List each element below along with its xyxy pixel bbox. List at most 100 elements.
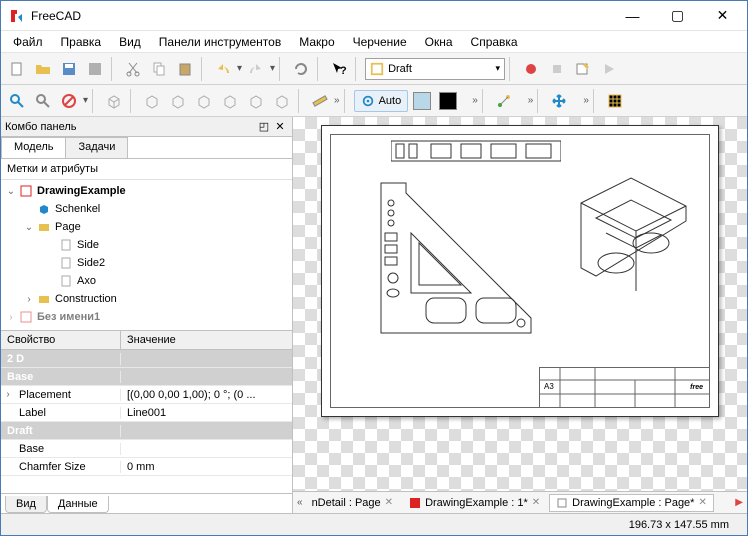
tree-view[interactable]: ⌄ DrawingExample Schenkel ⌄ Page Side Side… <box>1 180 292 330</box>
view-bottom-button[interactable] <box>244 89 268 113</box>
expander-icon[interactable]: ⌄ <box>5 186 17 197</box>
color-line-button[interactable] <box>436 89 460 113</box>
color-face-button[interactable] <box>410 89 434 113</box>
view-top-button[interactable] <box>166 89 190 113</box>
tree-item[interactable]: Axo <box>75 275 96 287</box>
menu-file[interactable]: Файл <box>5 33 51 51</box>
panel-close-button[interactable]: ✕ <box>272 120 288 133</box>
tabs-scroll-left-icon[interactable]: « <box>297 497 303 508</box>
minimize-button[interactable]: — <box>610 1 655 30</box>
menu-drafting[interactable]: Черчение <box>345 33 415 51</box>
status-coords: 196.73 x 147.55 mm <box>629 519 729 531</box>
tree-item[interactable]: Side <box>75 239 99 251</box>
tab-close-icon[interactable]: ✕ <box>385 497 393 508</box>
panel-tabs: Модель Задачи <box>1 137 292 159</box>
tab-data[interactable]: Данные <box>47 496 109 513</box>
auto-button[interactable]: Auto <box>354 90 409 112</box>
property-grid[interactable]: 2 D Base ›Placement[(0,00 0,00 1,00); 0 … <box>1 350 292 493</box>
measure-button[interactable] <box>308 89 332 113</box>
macro-run-button[interactable] <box>597 57 621 81</box>
whatsthis-button[interactable]: ? <box>327 57 351 81</box>
menu-toolbars[interactable]: Панели инструментов <box>151 33 289 51</box>
tabs-scroll-right-icon[interactable]: ▶ <box>735 497 743 508</box>
doc-tab-active[interactable]: DrawingExample : Page*✕ <box>549 494 714 512</box>
tree-header: Метки и атрибуты <box>1 159 292 180</box>
tab-close-icon[interactable]: ✕ <box>532 497 540 508</box>
menu-view[interactable]: Вид <box>111 33 149 51</box>
open-button[interactable] <box>31 57 55 81</box>
tree-item[interactable]: Без имени1 <box>35 311 100 323</box>
panel-float-button[interactable]: ◰ <box>256 120 272 133</box>
redo-button[interactable] <box>244 57 268 81</box>
zoom-fit-button[interactable] <box>5 89 29 113</box>
paste-button[interactable] <box>173 57 197 81</box>
menu-windows[interactable]: Окна <box>417 33 461 51</box>
tree-item[interactable]: Schenkel <box>53 203 100 215</box>
grid-button[interactable] <box>603 89 627 113</box>
toolbar-view: ▾ » Auto » » » <box>1 85 747 117</box>
tree-item[interactable]: Side2 <box>75 257 105 269</box>
prop-key[interactable]: Placement <box>1 389 121 401</box>
saveas-button[interactable] <box>83 57 107 81</box>
cut-button[interactable] <box>121 57 145 81</box>
copy-button[interactable] <box>147 57 171 81</box>
toolbar-main: ▾ ▾ ? Draft ▾ <box>1 53 747 85</box>
drawing-sheet: A3 free <box>321 125 719 417</box>
property-header: Свойство Значение <box>1 330 292 350</box>
move-button[interactable] <box>547 89 571 113</box>
refresh-button[interactable] <box>289 57 313 81</box>
workbench-label: Draft <box>388 63 412 75</box>
expander-icon[interactable]: ⌄ <box>23 222 35 233</box>
folder-icon <box>37 292 51 306</box>
titlebar: FreeCAD — ▢ ✕ <box>1 1 747 31</box>
snap-endpoint-button[interactable] <box>492 89 516 113</box>
page-icon <box>59 238 73 252</box>
prop-val[interactable]: [(0,00 0,00 1,00); 0 °; (0 ... <box>121 389 292 401</box>
menu-help[interactable]: Справка <box>463 33 526 51</box>
toolbar-overflow4-icon[interactable]: » <box>583 95 589 106</box>
doc-tab[interactable]: nDetail : Page✕ <box>305 494 401 512</box>
maximize-button[interactable]: ▢ <box>655 1 700 30</box>
prop-val[interactable]: Line001 <box>121 407 292 419</box>
view-iso-button[interactable] <box>102 89 126 113</box>
undo-dropdown[interactable]: ▾ <box>237 63 242 74</box>
close-button[interactable]: ✕ <box>700 1 745 30</box>
macro-record-button[interactable] <box>519 57 543 81</box>
view-left-button[interactable] <box>270 89 294 113</box>
prop-key[interactable]: Base <box>1 443 121 455</box>
menu-macro[interactable]: Макро <box>291 33 342 51</box>
tab-model[interactable]: Модель <box>1 137 66 158</box>
prop-key[interactable]: Chamfer Size <box>1 461 121 473</box>
toolbar-overflow2-icon[interactable]: » <box>472 95 478 106</box>
expander-icon[interactable]: › <box>23 294 35 305</box>
toolbar-overflow-icon[interactable]: » <box>334 95 340 106</box>
title-block: A3 free <box>539 367 709 407</box>
draw-style-button[interactable] <box>57 89 81 113</box>
drawing-canvas[interactable]: A3 free <box>293 117 747 513</box>
tab-close-icon[interactable]: ✕ <box>698 497 706 508</box>
tree-item[interactable]: Page <box>53 221 81 233</box>
zoom-selection-button[interactable] <box>31 89 55 113</box>
doc-tab[interactable]: DrawingExample : 1*✕ <box>402 494 547 512</box>
undo-button[interactable] <box>211 57 235 81</box>
document-icon <box>19 184 33 198</box>
tab-view[interactable]: Вид <box>5 496 47 513</box>
page-icon <box>59 256 73 270</box>
toolbar-overflow3-icon[interactable]: » <box>528 95 534 106</box>
view-rear-button[interactable] <box>218 89 242 113</box>
tree-item-root[interactable]: DrawingExample <box>35 185 126 197</box>
menu-edit[interactable]: Правка <box>53 33 110 51</box>
save-button[interactable] <box>57 57 81 81</box>
tab-tasks[interactable]: Задачи <box>65 137 128 158</box>
tree-item[interactable]: Construction <box>53 293 117 305</box>
new-button[interactable] <box>5 57 29 81</box>
view-front-button[interactable] <box>140 89 164 113</box>
macro-stop-button[interactable] <box>545 57 569 81</box>
workbench-selector[interactable]: Draft ▾ <box>365 58 505 80</box>
property-tabs: Вид Данные <box>1 493 292 513</box>
redo-dropdown[interactable]: ▾ <box>270 63 275 74</box>
view-right-button[interactable] <box>192 89 216 113</box>
macro-edit-button[interactable] <box>571 57 595 81</box>
prop-key[interactable]: Label <box>1 407 121 419</box>
prop-val[interactable]: 0 mm <box>121 461 292 473</box>
